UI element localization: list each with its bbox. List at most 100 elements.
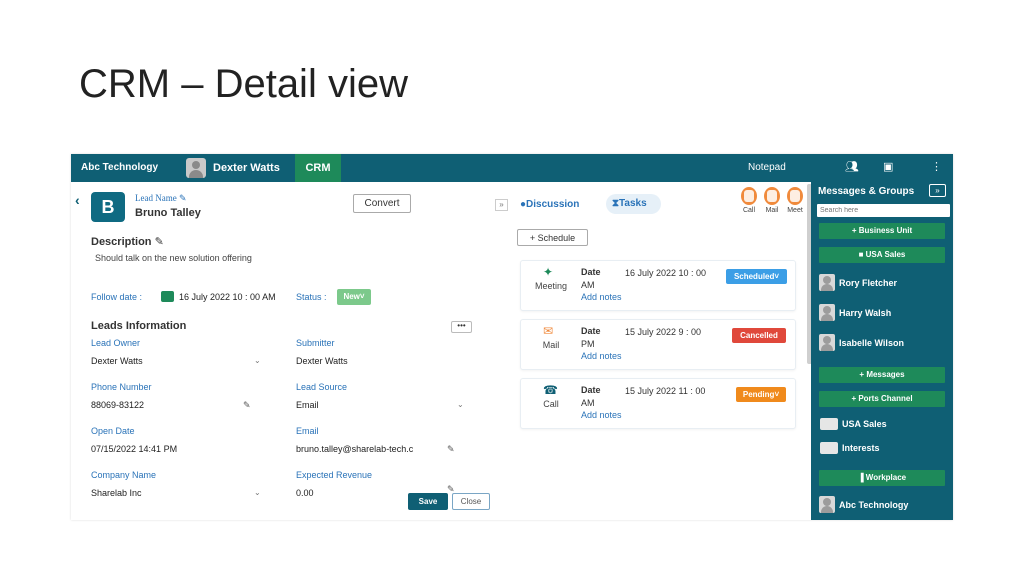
lead-name-label: Lead Name ✎: [135, 193, 187, 204]
chevron-down-icon[interactable]: ⌄: [254, 356, 261, 365]
task-status-dropdown[interactable]: Scheduled˅: [726, 269, 787, 284]
chevron-down-icon[interactable]: ⌄: [254, 488, 261, 497]
phone-icon: [741, 187, 757, 205]
collapse-panel-button[interactable]: »: [495, 199, 508, 211]
mail-icon: [764, 187, 780, 205]
mail-action[interactable]: Mail: [761, 187, 783, 214]
edit-icon[interactable]: ✎: [243, 400, 251, 411]
edit-icon[interactable]: ✎: [179, 193, 187, 203]
avatar: [819, 334, 835, 351]
more-options-button[interactable]: •••: [451, 321, 472, 333]
image-icon[interactable]: ▣: [883, 160, 893, 173]
follow-date-label: Follow date :: [91, 292, 143, 302]
expand-icon[interactable]: »: [929, 184, 946, 197]
task-item[interactable]: ✦ Meeting Date 16 July 2022 10 : 00 AM A…: [520, 260, 796, 311]
expected-revenue-label: Expected Revenue: [296, 470, 373, 480]
lead-source-label: Lead Source: [296, 382, 348, 392]
add-business-unit-button[interactable]: + Business Unit: [819, 223, 945, 239]
add-messages-button[interactable]: + Messages: [819, 367, 945, 383]
convert-button[interactable]: Convert: [353, 194, 411, 213]
submitter-label: Submitter: [296, 338, 335, 348]
submitter-value: Dexter Watts: [296, 356, 348, 366]
task-type: Mail: [542, 340, 560, 350]
add-notes-link[interactable]: Add notes: [581, 292, 622, 302]
usa-sales-button[interactable]: ■ USA Sales: [819, 247, 945, 263]
group-item[interactable]: Interests: [820, 442, 880, 454]
call-action-label: Call: [742, 207, 756, 214]
users-icon[interactable]: 👥︎: [845, 160, 859, 173]
edit-icon[interactable]: ✎: [447, 444, 455, 455]
schedule-button[interactable]: + Schedule: [517, 229, 588, 246]
contact-item[interactable]: Isabelle Wilson: [819, 334, 904, 351]
save-button[interactable]: Save: [408, 493, 448, 510]
add-notes-link[interactable]: Add notes: [581, 410, 622, 420]
usa-sales-button-label: USA Sales: [865, 250, 906, 259]
kebab-menu-icon[interactable]: ⋮: [931, 160, 942, 173]
status-label: Status :: [296, 292, 327, 302]
task-item[interactable]: ☎ Call Date 15 July 2022 11 : 00 AM Add …: [520, 378, 796, 429]
contact-item[interactable]: Harry Walsh: [819, 304, 891, 321]
task-date-label: Date: [581, 326, 601, 336]
status-dropdown[interactable]: New˅: [337, 289, 371, 305]
user-name: Dexter Watts: [213, 162, 280, 174]
task-status-badge[interactable]: Cancelled: [732, 328, 786, 343]
workplace-button[interactable]: ▐ Workplace: [819, 470, 945, 486]
meet-action-label: Meet: [787, 207, 803, 214]
follow-date-value: 16 July 2022 10 : 00 AM: [179, 292, 276, 302]
messages-groups-panel: Messages & Groups » + Business Unit ■ US…: [811, 182, 953, 520]
lead-owner-value[interactable]: Dexter Watts: [91, 356, 143, 366]
notepad-link[interactable]: Notepad: [748, 162, 786, 173]
meet-action[interactable]: Meet: [784, 187, 806, 214]
group-item[interactable]: USA Sales: [820, 418, 887, 430]
phone-icon: ☎: [543, 383, 558, 397]
leads-information-title: Leads Information: [91, 320, 187, 332]
avatar: [819, 304, 835, 321]
tab-tasks[interactable]: ⧗Tasks: [606, 194, 661, 214]
company-name-label: Company Name: [91, 470, 157, 480]
add-notes-link[interactable]: Add notes: [581, 351, 622, 361]
phone-icon: [161, 291, 174, 302]
lead-source-value[interactable]: Email: [296, 400, 319, 410]
back-chevron-icon[interactable]: ‹: [75, 192, 80, 208]
status-value: New: [343, 292, 360, 301]
contact-name: Isabelle Wilson: [839, 337, 904, 348]
search-input[interactable]: [817, 204, 950, 217]
task-type: Call: [543, 399, 559, 409]
phone-number-value[interactable]: 88069-83122: [91, 400, 144, 410]
task-item[interactable]: ✉ Mail Date 15 July 2022 9 : 00 PM Add n…: [520, 319, 796, 370]
mail-icon: ✉: [543, 324, 554, 338]
task-ampm: AM: [581, 398, 595, 408]
group-name: USA Sales: [842, 419, 887, 429]
open-date-value: 07/15/2022 14:41 PM: [91, 444, 178, 454]
close-button[interactable]: Close: [452, 493, 490, 510]
contact-item[interactable]: Rory Fletcher: [819, 274, 897, 291]
tab-discussion[interactable]: ●Discussion: [520, 199, 579, 210]
tab-tasks-label: Tasks: [619, 198, 647, 209]
task-date-value: 16 July 2022 10 : 00: [625, 268, 707, 278]
task-status-dropdown[interactable]: Pending˅: [736, 387, 786, 402]
contact-name: Rory Fletcher: [839, 277, 898, 288]
handshake-icon: ✦: [543, 265, 554, 279]
add-ports-channel-button[interactable]: + Ports Channel: [819, 391, 945, 407]
top-bar: Abc Technology Dexter Watts CRM Notepad …: [71, 154, 953, 182]
edit-icon[interactable]: ✎: [155, 236, 164, 248]
lead-name: Bruno Talley: [135, 207, 201, 219]
group-icon: [820, 442, 838, 454]
company-name-value[interactable]: Sharelab Inc: [91, 488, 142, 498]
chevron-down-icon[interactable]: ⌄: [457, 400, 464, 409]
call-action[interactable]: Call: [738, 187, 760, 214]
chart-icon: ▐: [857, 473, 866, 482]
current-user[interactable]: Dexter Watts: [186, 158, 280, 178]
company-group-name: Abc Technology: [839, 499, 909, 510]
lead-avatar: B: [91, 192, 125, 222]
expected-revenue-value[interactable]: 0.00: [296, 488, 314, 498]
company-name: Abc Technology: [81, 162, 159, 173]
lead-name-label-text: Lead Name: [135, 193, 177, 203]
phone-number-label: Phone Number: [91, 382, 152, 392]
email-label: Email: [296, 426, 319, 436]
lead-owner-label: Lead Owner: [91, 338, 141, 348]
task-ampm: AM: [581, 280, 595, 290]
email-value[interactable]: bruno.talley@sharelab-tech.c: [296, 444, 413, 454]
tab-crm[interactable]: CRM: [295, 154, 341, 182]
company-group-item[interactable]: Abc Technology: [819, 496, 908, 513]
